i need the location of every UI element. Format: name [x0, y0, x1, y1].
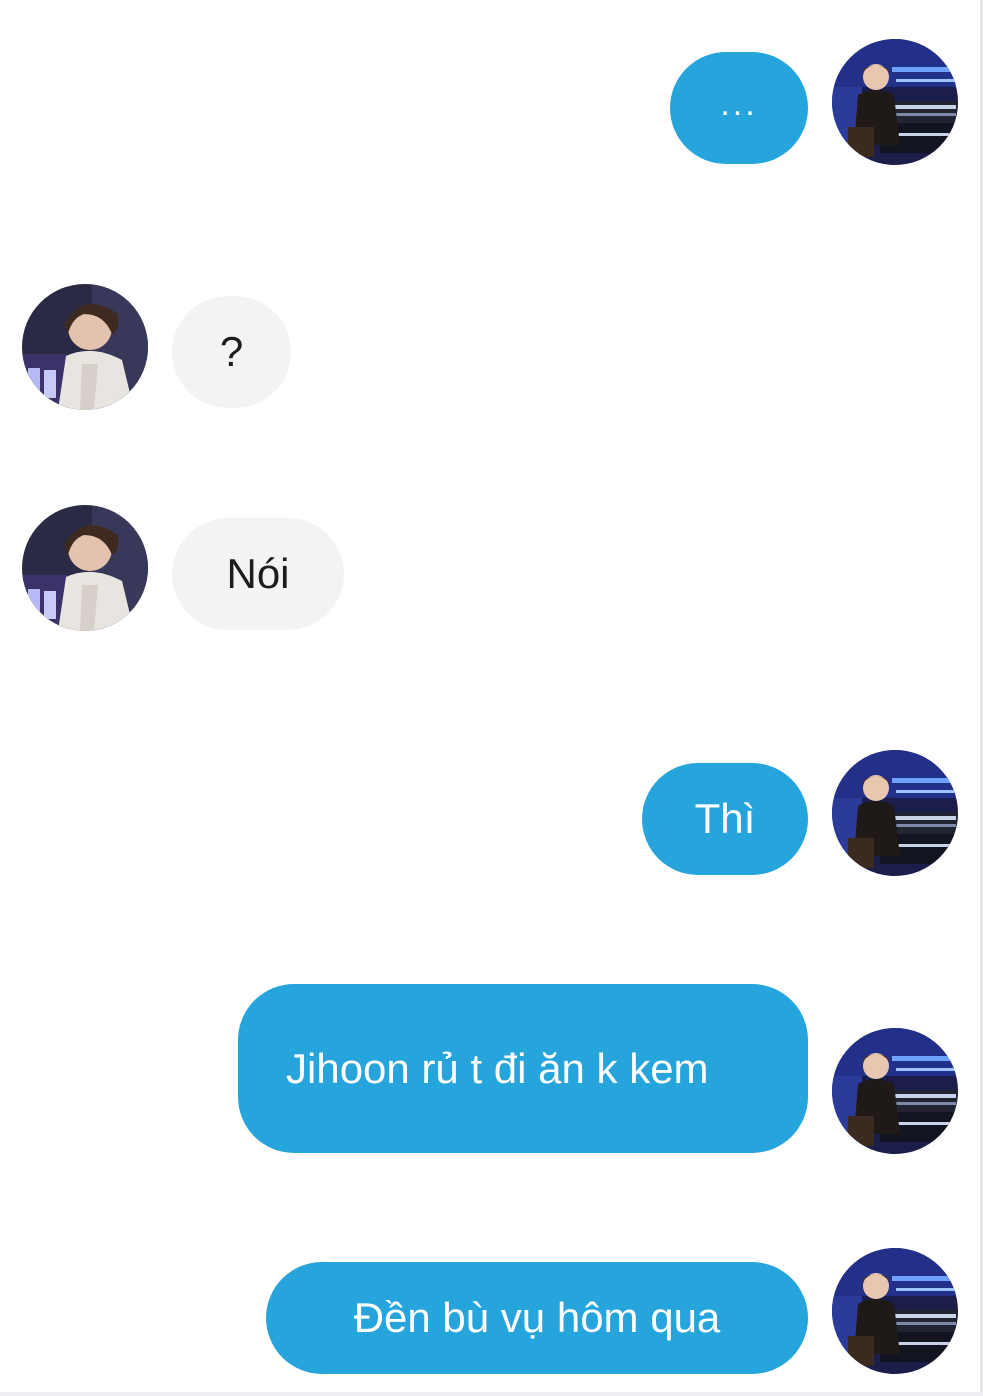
sender-avatar-them[interactable]	[22, 284, 148, 410]
message-text: Nói	[226, 550, 290, 597]
message-text: ?	[219, 328, 244, 375]
sender-avatar-me[interactable]	[832, 1028, 958, 1154]
message-text: ...	[720, 85, 758, 123]
message-bubble-outgoing[interactable]: Đền bù vụ hôm qua	[266, 1262, 808, 1374]
bottom-divider	[0, 1392, 983, 1396]
message-bubble-outgoing[interactable]: Jihoon rủ t đi ăn k kem	[238, 984, 808, 1153]
message-bubble-incoming[interactable]: Nói	[172, 518, 344, 630]
sender-avatar-me[interactable]	[832, 39, 958, 165]
message-bubble-outgoing[interactable]: ...	[670, 52, 808, 164]
message-text: Đền bù vụ hôm qua	[353, 1294, 721, 1341]
avatar-pianist-icon	[832, 39, 958, 165]
sender-avatar-me[interactable]	[832, 1248, 958, 1374]
message-text: Thì	[694, 795, 756, 842]
avatar-seated-person-icon	[22, 284, 148, 410]
avatar-seated-person-icon	[22, 505, 148, 631]
avatar-pianist-icon	[832, 750, 958, 876]
message-text: Jihoon rủ t đi ăn k kem	[286, 1044, 709, 1092]
message-bubble-outgoing[interactable]: Thì	[642, 763, 808, 875]
chat-thread[interactable]: ... ? Nói Thì Jihoon rủ t đi ăn k kem Đề…	[0, 0, 983, 1396]
sender-avatar-me[interactable]	[832, 750, 958, 876]
message-bubble-incoming[interactable]: ?	[172, 296, 291, 408]
avatar-pianist-icon	[832, 1028, 958, 1154]
avatar-pianist-icon	[832, 1248, 958, 1374]
sender-avatar-them[interactable]	[22, 505, 148, 631]
